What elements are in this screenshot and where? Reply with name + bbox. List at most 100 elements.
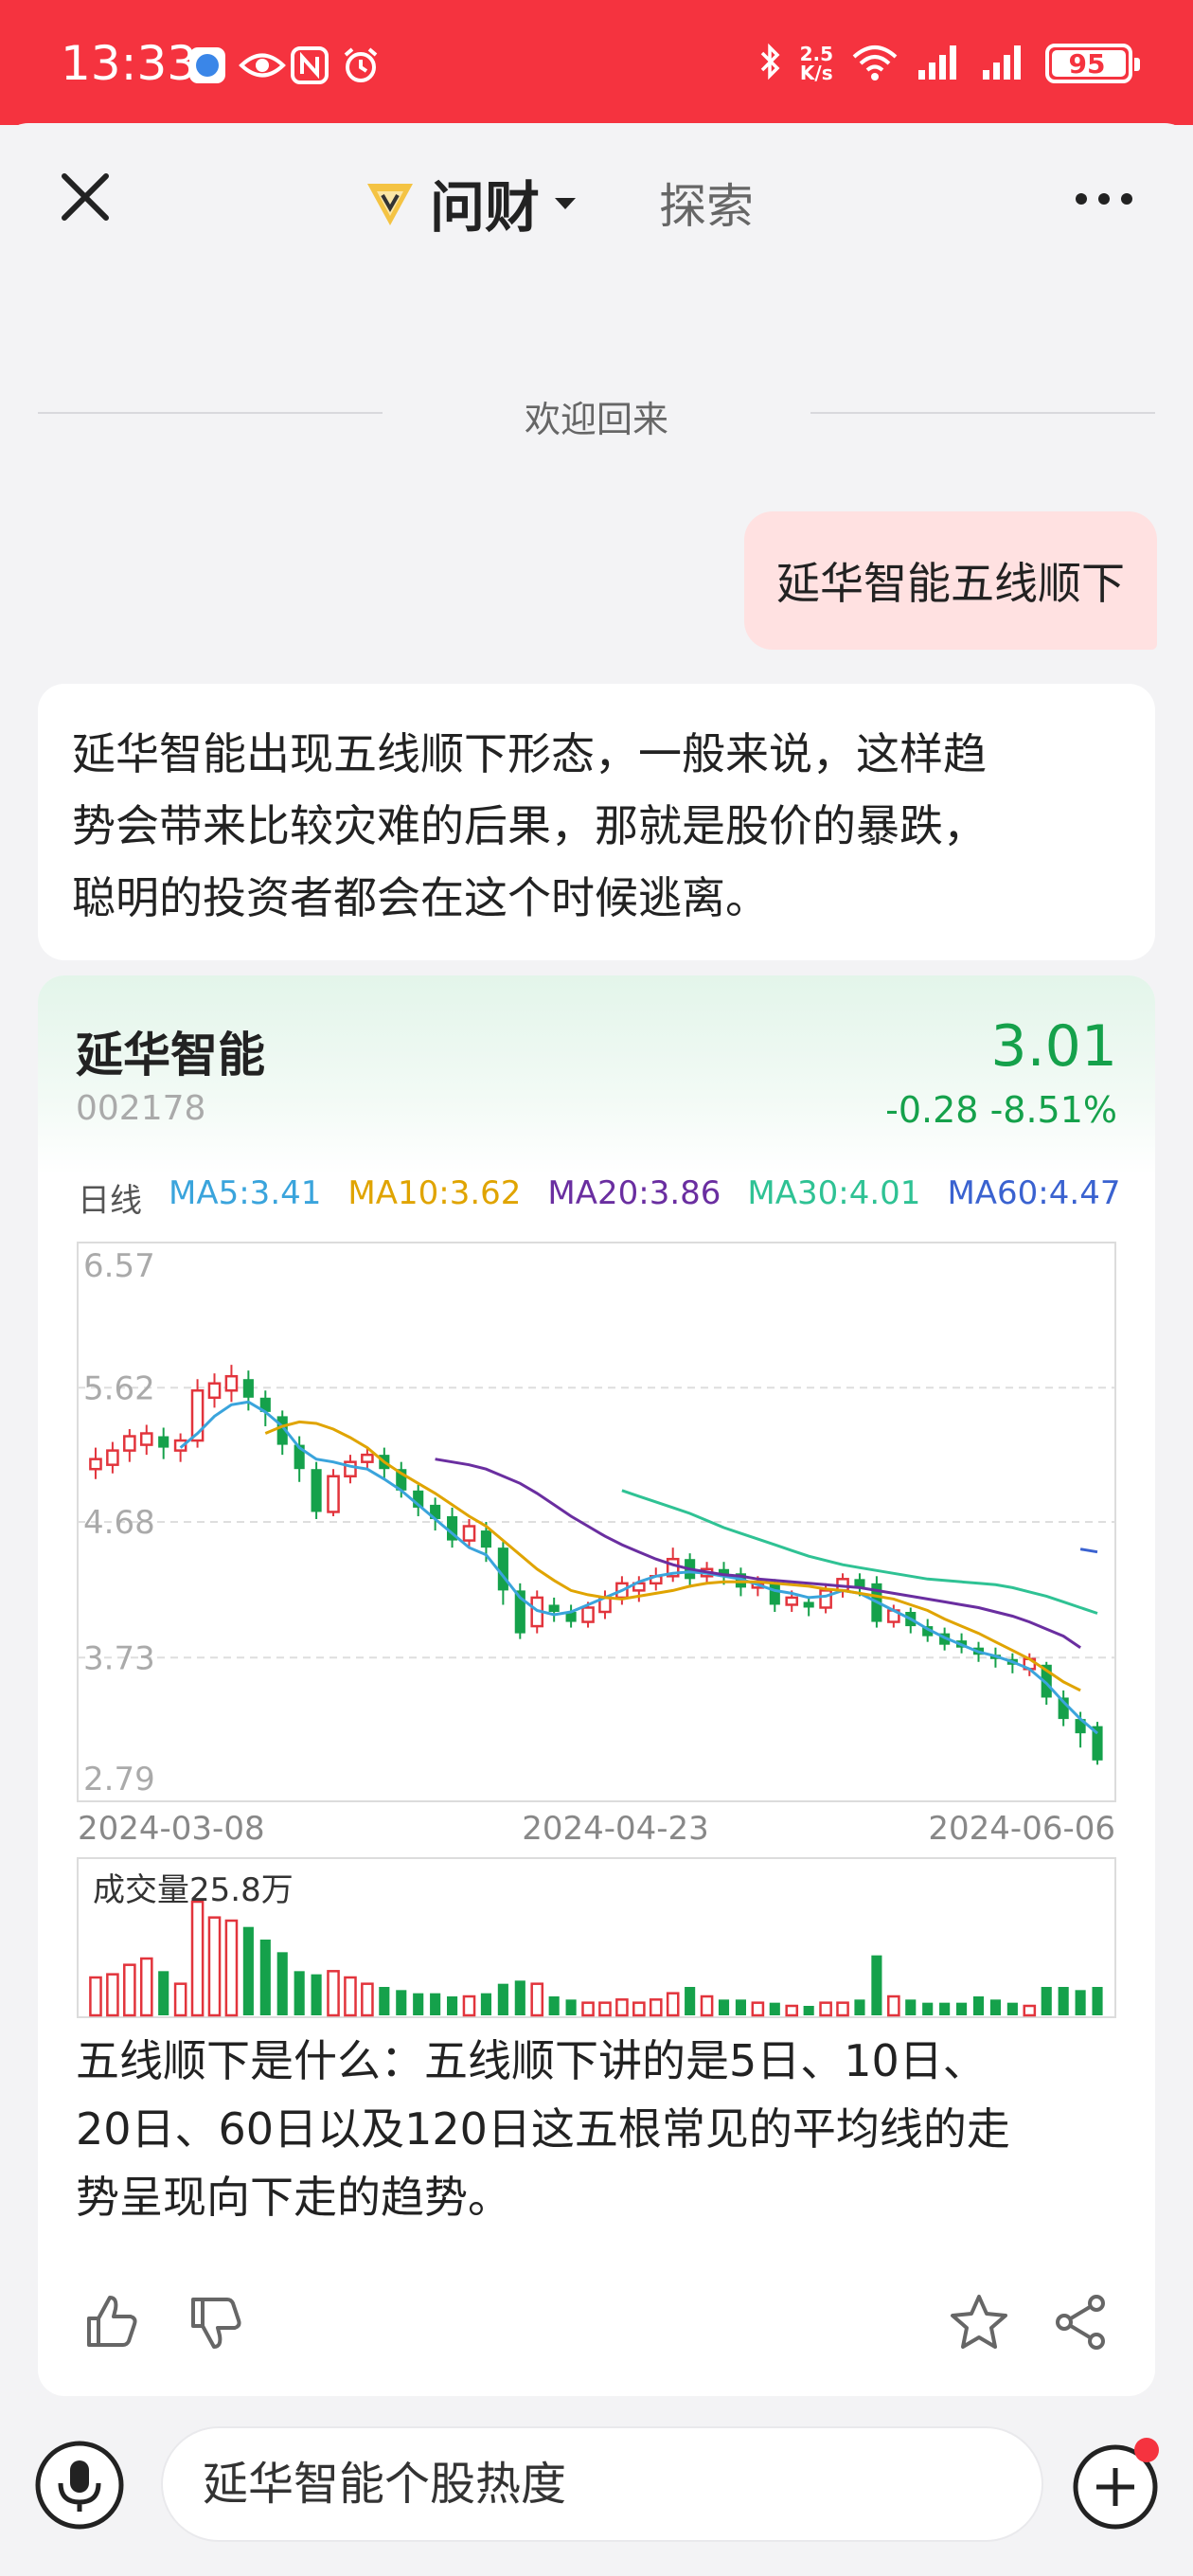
y-tick-label: 6.57: [83, 1247, 155, 1285]
candle-body: [242, 1379, 254, 1398]
browser-icon: [187, 45, 227, 85]
user-message-text: 延华智能五线顺下: [776, 558, 1125, 609]
volume-bar: [276, 1952, 288, 2015]
candle-body: [581, 1606, 595, 1623]
candle-body: [311, 1469, 322, 1512]
volume-bar: [649, 1998, 663, 2017]
volume-bar: [430, 1993, 441, 2015]
volume-bar: [735, 1999, 746, 2015]
close-button[interactable]: [59, 170, 112, 224]
volume-bar: [956, 2002, 968, 2015]
eye-icon: [239, 45, 286, 85]
volume-bar: [769, 2002, 780, 2015]
ma-line-ma60: [1079, 1547, 1098, 1554]
candle-body: [89, 1458, 102, 1471]
tab-explore[interactable]: 探索: [659, 169, 754, 237]
welcome-divider: 欢迎回来: [38, 386, 1155, 440]
ai-answer-intro: 延华智能出现五线顺下形态，一般来说，这样趋 势会带来比较灾难的后果，那就是股价的…: [38, 684, 1155, 960]
app-switcher[interactable]: 问财: [364, 163, 578, 242]
y-tick-label: 3.73: [83, 1639, 155, 1677]
candle-body: [785, 1596, 799, 1606]
wencai-logo-icon: [367, 184, 413, 225]
volume-bar: [294, 1971, 305, 2015]
volume-bar: [207, 1916, 222, 2017]
input-placeholder: 延华智能个股热度: [203, 2458, 567, 2511]
volume-bar: [939, 2002, 951, 2015]
welcome-text: 欢迎回来: [524, 399, 668, 440]
volume-bar: [173, 1982, 187, 2017]
candle-body: [819, 1589, 832, 1609]
more-button[interactable]: [1076, 193, 1132, 205]
notification-dot: [1134, 2438, 1159, 2462]
top-bar: 问财 探索: [0, 125, 1193, 267]
candle-body: [480, 1530, 491, 1548]
wifi-icon: [850, 42, 899, 85]
input-bar: 延华智能个股热度: [0, 2423, 1193, 2546]
stock-price: 3.01: [990, 1013, 1117, 1080]
volume-bar: [871, 1955, 882, 2015]
thumbs-up-icon[interactable]: [81, 2292, 142, 2352]
add-button[interactable]: [1068, 2438, 1163, 2532]
signal-icon-1: [917, 42, 964, 85]
caret-down-icon: [555, 198, 577, 209]
candle-body: [803, 1601, 814, 1608]
volume-bar: [666, 1992, 680, 2017]
volume-bar: [462, 1995, 476, 2017]
volume-bar: [530, 1982, 544, 2017]
stock-change-value: -0.28: [885, 1089, 979, 1131]
explanation-text: 五线顺下是什么：五线顺下讲的是5日、10日、 20日、60日以及120日这五根常…: [76, 2027, 1127, 2231]
thumbs-down-icon[interactable]: [186, 2292, 246, 2352]
status-notification-icons: [187, 45, 381, 85]
battery-level: 95: [1068, 48, 1106, 80]
volume-bar: [700, 1995, 714, 2017]
volume-bar: [718, 1999, 730, 2015]
volume-bar: [158, 1971, 169, 2015]
volume-bar: [803, 2006, 814, 2015]
volume-bar: [989, 1999, 1001, 2015]
volume-bar: [242, 1926, 254, 2015]
volume-bar: [1092, 1987, 1103, 2015]
volume-bar: [480, 1993, 491, 2015]
question-input[interactable]: 延华智能个股热度: [161, 2426, 1043, 2542]
volume-bar: [836, 2001, 849, 2017]
candle-body: [123, 1435, 136, 1452]
explain-line: 势呈现向下走的趋势。: [76, 2172, 511, 2223]
app-name: 问财: [430, 175, 541, 240]
bluetooth-icon: [758, 42, 783, 85]
candle-body: [361, 1453, 374, 1463]
candle-body: [207, 1382, 222, 1400]
ai-intro-line: 延华智能出现五线顺下形态，一般来说，这样趋: [72, 728, 987, 779]
volume-bar: [685, 1987, 696, 2015]
candlestick-chart[interactable]: 6.57 5.62 4.68 3.73 2.79 2024-03-08 2024-04-2…: [38, 1214, 1155, 2019]
star-icon[interactable]: [949, 2292, 1009, 2352]
volume-bar: [887, 1995, 900, 2017]
volume-bar: [311, 1974, 322, 2015]
volume-bar: [854, 1999, 865, 2015]
volume-bar: [565, 1999, 577, 2015]
volume-bar: [581, 2001, 595, 2017]
volume-bar: [327, 1970, 340, 2017]
close-icon: [62, 173, 109, 221]
volume-bar: [379, 1987, 390, 2015]
candle-body: [106, 1449, 119, 1466]
stock-header[interactable]: 延华智能 002178 3.01 -0.28 -8.51%: [38, 975, 1155, 1174]
stock-change-pct: -8.51%: [989, 1089, 1117, 1131]
user-message-bubble[interactable]: 延华智能五线顺下: [744, 511, 1157, 650]
volume-bar: [785, 2004, 799, 2017]
net-speed-unit: K/s: [799, 62, 833, 84]
voice-button[interactable]: [34, 2440, 125, 2531]
status-system-icons: 2.5 K/s 95: [758, 42, 1140, 85]
volume-bar: [447, 1996, 458, 2015]
x-tick-label: 2024-03-08: [78, 1810, 265, 1848]
volume-bar: [905, 1999, 917, 2015]
volume-bar: [139, 1957, 153, 2017]
share-icon[interactable]: [1051, 2292, 1112, 2352]
battery-icon: 95: [1045, 44, 1140, 83]
stock-name: 延华智能: [76, 1028, 265, 1082]
volume-bar: [615, 1998, 629, 2017]
volume-bar: [1006, 2002, 1018, 2015]
net-speed: 2.5 K/s: [800, 45, 833, 82]
candle-body: [548, 1604, 560, 1612]
signal-icon-2: [981, 42, 1028, 85]
volume-bar: [89, 1976, 102, 2017]
